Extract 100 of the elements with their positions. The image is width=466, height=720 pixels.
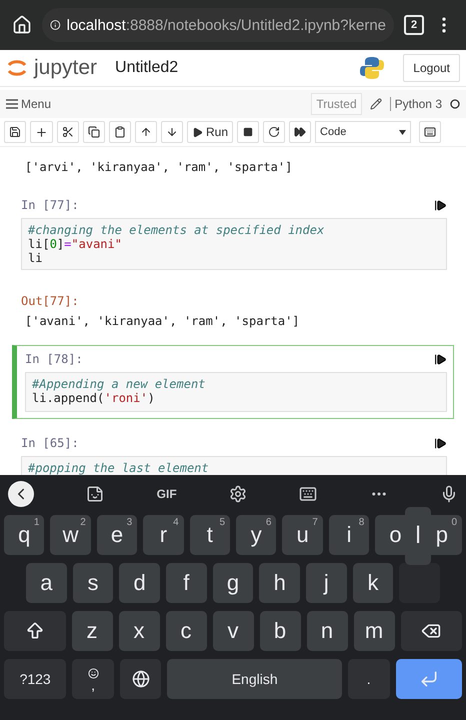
letter-key[interactable]: z: [72, 611, 112, 651]
emoji-icon: [88, 668, 99, 678]
space-key[interactable]: English: [167, 659, 342, 699]
scissors-icon: [62, 126, 74, 138]
hamburger-icon: [6, 99, 18, 109]
gif-button[interactable]: GIF: [156, 487, 177, 501]
add-cell-button[interactable]: [30, 121, 53, 143]
home-icon[interactable]: [12, 15, 32, 35]
arrow-up-icon: [140, 126, 152, 138]
letter-key[interactable]: i 8: [328, 515, 370, 555]
code-cell[interactable]: In [77]: #changing the elements at specified index li[0]="avani" li: [12, 191, 454, 277]
output-text: ['avani', 'kiranyaa', 'ram', 'sparta']: [24, 314, 301, 328]
shift-icon: [24, 621, 45, 641]
sticker-icon[interactable]: [86, 485, 104, 503]
code-editor[interactable]: #changing the elements at specified index li[0]="avani" li: [21, 218, 447, 270]
run-cell-icon[interactable]: [434, 198, 447, 212]
letter-key[interactable]: j: [306, 563, 347, 603]
run-cell-icon[interactable]: [434, 436, 447, 450]
code-editor[interactable]: #Appending a new element li.append('roni'): [25, 372, 447, 412]
letter-key[interactable]: k: [352, 563, 394, 603]
clipboard-icon: [114, 126, 126, 138]
save-button[interactable]: [4, 121, 26, 143]
letter-key[interactable]: v: [212, 611, 254, 651]
key-hint: 4: [173, 517, 179, 528]
stop-icon: [243, 127, 254, 137]
run-button[interactable]: Run: [187, 121, 234, 143]
pencil-icon[interactable]: [370, 98, 382, 110]
cut-button[interactable]: [57, 121, 79, 143]
shift-key[interactable]: [4, 611, 66, 651]
code-line: li.append('roni'): [32, 391, 156, 405]
back-button[interactable]: [8, 481, 34, 507]
arrow-down-icon: [166, 126, 178, 138]
keyboard-button[interactable]: [419, 121, 442, 143]
fast-forward-icon: [294, 126, 306, 138]
enter-icon: [418, 669, 439, 689]
key-hint: 1: [34, 517, 40, 528]
fast-forward-button[interactable]: [289, 121, 312, 143]
backspace-key[interactable]: [400, 611, 462, 651]
logout-button[interactable]: Logout: [403, 54, 460, 82]
code-comment: #Appending a new element: [32, 377, 206, 391]
letter-key[interactable]: a: [26, 563, 67, 603]
letter-key[interactable]: g: [212, 563, 254, 603]
key-hint: 0: [452, 517, 458, 528]
copy-icon: [88, 126, 100, 138]
period-key[interactable]: .: [348, 659, 390, 699]
comma-key[interactable]: ,: [72, 659, 114, 699]
settings-icon[interactable]: [228, 485, 247, 503]
python-logo-icon: [359, 55, 386, 81]
code-editor[interactable]: #popping the last element: [21, 456, 447, 475]
code-cell[interactable]: In [65]: #popping the last element: [12, 429, 454, 475]
tab-count[interactable]: 2: [404, 15, 424, 35]
run-cell-icon[interactable]: [434, 352, 447, 366]
globe-icon: [132, 670, 150, 688]
language-key[interactable]: [120, 659, 162, 699]
letter-key[interactable]: s: [72, 563, 114, 603]
letter-key[interactable]: c: [166, 611, 206, 651]
restart-button[interactable]: [263, 121, 286, 143]
key-hint: 5: [219, 517, 226, 528]
letter-key[interactable]: h: [259, 563, 300, 603]
restart-icon: [268, 126, 280, 138]
kernel-status-icon: [450, 99, 460, 109]
code-line: li[0]="avani": [28, 237, 123, 251]
letter-key[interactable]: r 4: [143, 515, 184, 555]
paste-button[interactable]: [109, 121, 131, 143]
plus-icon: [35, 126, 48, 138]
url-field[interactable]: localhost:8888/notebooks/Untitled2.ipynb?kerne: [42, 8, 394, 42]
letter-key[interactable]: m: [354, 611, 394, 651]
trusted-label: Trusted: [311, 93, 362, 115]
stop-button[interactable]: [237, 121, 260, 143]
letter-key[interactable]: f: [166, 563, 207, 603]
move-up-button[interactable]: [135, 121, 157, 143]
letter-key[interactable]: x: [118, 611, 160, 651]
keyboard-icon[interactable]: [299, 485, 318, 503]
save-icon: [9, 126, 21, 138]
logo-text: jupyter: [34, 56, 98, 80]
letter-key[interactable]: d: [119, 563, 160, 603]
code-comment: #popping the last element: [28, 461, 210, 475]
keyboard-icon: [424, 126, 436, 138]
letter-key[interactable]: t 5: [190, 515, 230, 555]
key-hint: 7: [312, 517, 318, 528]
key-preview-popup: l: [405, 507, 431, 565]
output-prompt: Out[77]:: [21, 294, 79, 308]
input-prompt: In [65]:: [21, 436, 79, 450]
copy-button[interactable]: [83, 121, 105, 143]
letter-key[interactable]: b: [260, 611, 300, 651]
symbols-key[interactable]: ?123: [4, 659, 66, 699]
output-text: ['arvi', 'kiranyaa', 'ram', 'sparta']: [24, 160, 294, 174]
code-cell[interactable]: In [78]: #Appending a new element li.append('roni'): [12, 345, 454, 419]
input-prompt: In [77]:: [21, 198, 79, 212]
dropdown-caret-icon: [399, 130, 406, 134]
letter-key[interactable]: n: [306, 611, 348, 651]
cell-type-dropdown[interactable]: Code: [315, 121, 412, 143]
key-hint: 2: [80, 517, 86, 528]
notebook-title[interactable]: Untitled2: [115, 59, 342, 77]
move-down-button[interactable]: [161, 121, 183, 143]
menu-button[interactable]: Menu: [6, 97, 304, 111]
code-comment: #changing the elements at specified index: [28, 223, 326, 237]
code-line: li: [28, 251, 44, 265]
play-icon: [192, 126, 203, 138]
key-hint: 8: [358, 517, 364, 528]
